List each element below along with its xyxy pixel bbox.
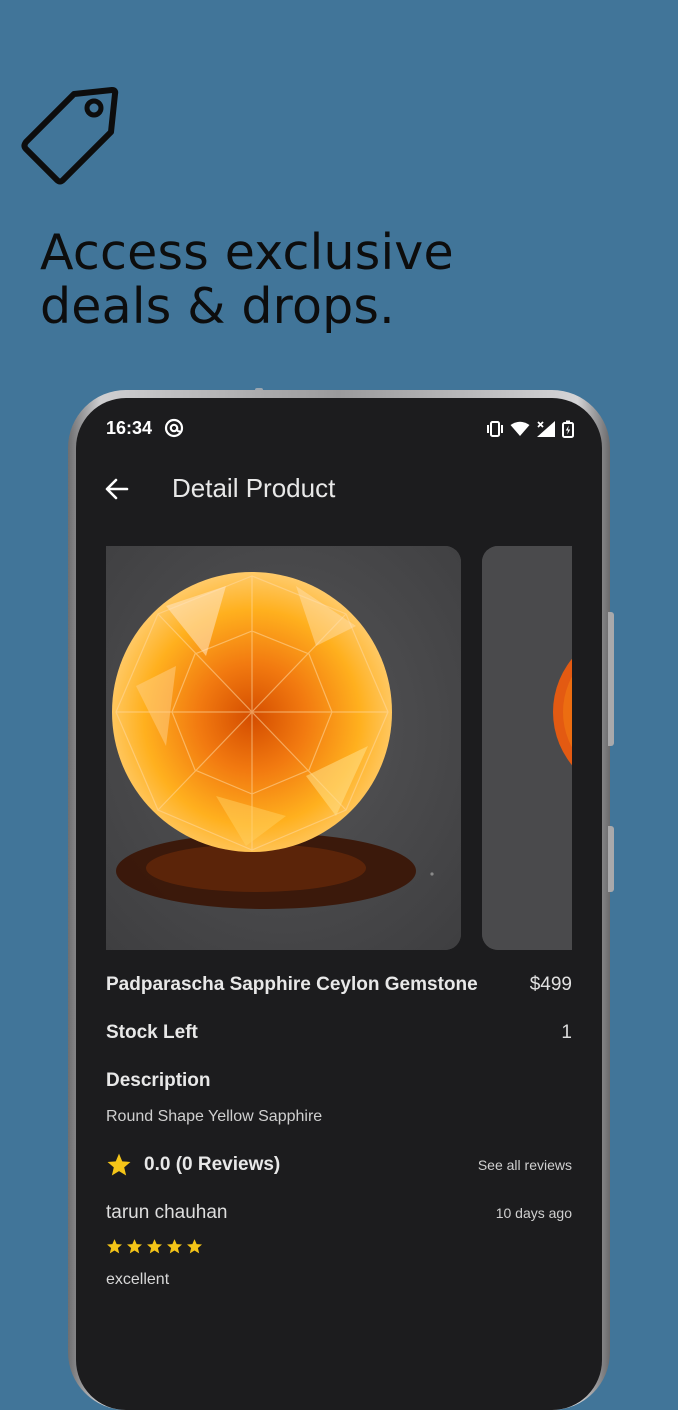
headline-line-1: Access exclusive: [40, 224, 454, 281]
review-text: excellent: [106, 1271, 170, 1288]
description-text: Round Shape Yellow Sapphire: [106, 1108, 323, 1125]
gemstone-image-peek: [482, 546, 572, 950]
review-date: 10 days ago: [495, 1205, 572, 1221]
see-all-reviews-link[interactable]: See all reviews: [478, 1157, 572, 1173]
gemstone-image: [106, 546, 461, 950]
star-icon: [166, 1239, 183, 1254]
star-icon: [146, 1239, 163, 1254]
stock-label: Stock Left: [106, 1022, 198, 1043]
product-name: Padparascha Sapphire Ceylon Gemstone: [106, 974, 478, 995]
rating-summary-text: 0.0 (0 Reviews): [144, 1154, 281, 1175]
product-title-row: Padparascha Sapphire Ceylon Gemstone $49…: [106, 974, 572, 996]
signal-icon: [537, 421, 555, 437]
star-icon: [106, 1239, 123, 1254]
star-icon: [186, 1239, 203, 1254]
product-image-carousel[interactable]: [106, 546, 572, 950]
status-time: 16:34: [106, 418, 153, 438]
stock-value: 1: [561, 1022, 572, 1043]
star-icon: [107, 1153, 131, 1176]
next-product-image-card[interactable]: [482, 546, 572, 950]
product-image-card[interactable]: [106, 546, 461, 950]
at-sign-icon: [164, 418, 184, 438]
back-arrow-icon[interactable]: [102, 474, 132, 504]
page-title: Detail Product: [172, 473, 336, 503]
product-price: $499: [529, 974, 572, 995]
description-heading-row: Description: [106, 1070, 572, 1092]
price-tag-icon: [21, 87, 119, 185]
phone-power-button: [608, 826, 614, 892]
review-star-rating: [106, 1238, 203, 1255]
headline-line-2: deals & drops.: [40, 278, 395, 335]
rating-summary-row: 0.0 (0 Reviews) See all reviews: [106, 1152, 572, 1178]
star-icon: [126, 1239, 143, 1254]
rating-summary: 0.0 (0 Reviews): [106, 1152, 280, 1178]
review-header-row: tarun chauhan 10 days ago: [106, 1202, 572, 1224]
status-icons: [486, 418, 574, 440]
description-label: Description: [106, 1070, 211, 1091]
vibrate-icon: [487, 421, 503, 437]
phone-screen: 16:34 Detail Product Padparascha Sapphir…: [76, 398, 602, 1410]
stock-row: Stock Left 1: [106, 1022, 572, 1044]
promo-headline: Access exclusive deals & drops.: [40, 226, 660, 334]
wifi-icon: [510, 421, 530, 436]
battery-icon: [562, 420, 574, 438]
review-author: tarun chauhan: [106, 1202, 228, 1223]
phone-volume-button: [608, 612, 614, 746]
